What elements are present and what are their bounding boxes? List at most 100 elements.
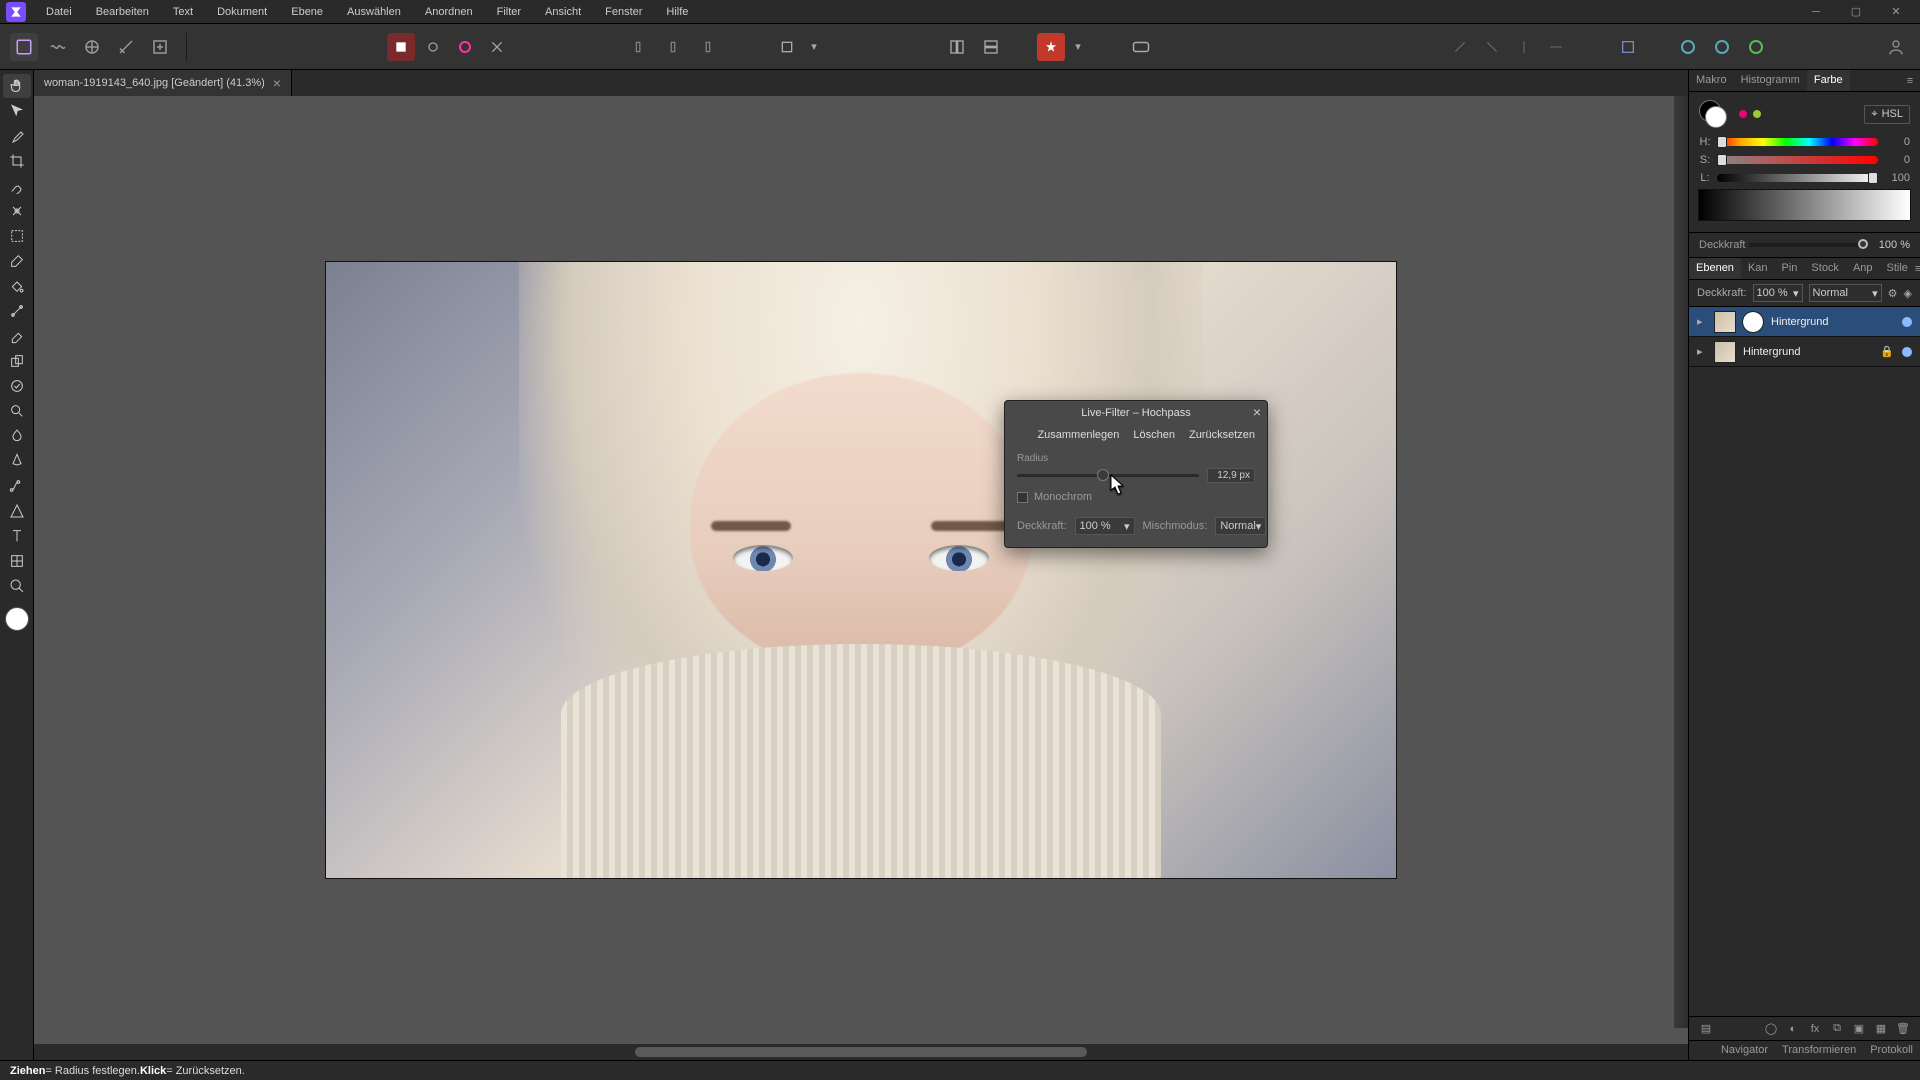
layer-lock-icon[interactable]: 🔒: [1880, 345, 1894, 358]
menu-filter[interactable]: Filter: [487, 2, 531, 22]
crop-tool-icon[interactable]: [3, 149, 31, 173]
window-close-icon[interactable]: ✕: [1878, 0, 1914, 24]
h-value[interactable]: 0: [1884, 136, 1910, 148]
layer-visible-icon[interactable]: [1902, 347, 1912, 357]
s-value[interactable]: 0: [1884, 154, 1910, 166]
dodge-tool-icon[interactable]: [3, 399, 31, 423]
fill-tool-icon[interactable]: [3, 274, 31, 298]
align-a-icon[interactable]: [627, 33, 655, 61]
tab-histogramm[interactable]: Histogramm: [1734, 70, 1807, 91]
hscroll-thumb[interactable]: [635, 1047, 1087, 1057]
dialog-titlebar[interactable]: Live-Filter – Hochpass ×: [1005, 401, 1267, 425]
tab-stock[interactable]: Stock: [1804, 258, 1846, 279]
selection-brush-tool-icon[interactable]: [3, 174, 31, 198]
account-icon[interactable]: [1882, 33, 1910, 61]
tab-farbe[interactable]: Farbe: [1807, 70, 1850, 91]
menu-anordnen[interactable]: Anordnen: [415, 2, 483, 22]
picker-dot-b-icon[interactable]: [1753, 110, 1761, 118]
inpaint-tool-icon[interactable]: [3, 374, 31, 398]
sync-b-icon[interactable]: [1708, 33, 1736, 61]
node-tool-icon[interactable]: [3, 474, 31, 498]
sync-c-icon[interactable]: [1742, 33, 1770, 61]
erase-tool-icon[interactable]: [3, 324, 31, 348]
persona-export-icon[interactable]: [146, 33, 174, 61]
radius-slider-thumb[interactable]: [1097, 469, 1109, 481]
foreground-swatch[interactable]: [5, 607, 29, 631]
preview-icon[interactable]: [1127, 33, 1155, 61]
window-minimize-icon[interactable]: ─: [1798, 0, 1834, 24]
layer-expand-icon[interactable]: ▸: [1697, 315, 1707, 328]
document-tab-close-icon[interactable]: ×: [273, 76, 281, 90]
dialog-reset-button[interactable]: Zurücksetzen: [1189, 429, 1255, 441]
move-tool-icon[interactable]: [3, 99, 31, 123]
picker-dot-a-icon[interactable]: [1739, 110, 1747, 118]
layer-filter-icon[interactable]: ▤: [1697, 1020, 1715, 1038]
radius-value[interactable]: 12,9 px: [1207, 468, 1255, 483]
arrange-icon[interactable]: [1614, 33, 1642, 61]
menu-hilfe[interactable]: Hilfe: [656, 2, 698, 22]
crop-button-icon[interactable]: [773, 33, 801, 61]
gradient-strip[interactable]: [1699, 190, 1910, 220]
selection-opt3-icon[interactable]: [451, 33, 479, 61]
radius-slider[interactable]: [1017, 474, 1199, 477]
assistant-chevron-icon[interactable]: ▾: [1071, 33, 1085, 61]
layer-live-btn-icon[interactable]: ⧉: [1828, 1020, 1846, 1038]
snap-d-icon[interactable]: [1542, 33, 1570, 61]
hue-slider[interactable]: [1717, 138, 1878, 146]
layer-delete-btn-icon[interactable]: 🗑: [1894, 1020, 1912, 1038]
shape-tool-icon[interactable]: [3, 499, 31, 523]
document-tab[interactable]: woman-1919143_640.jpg [Geändert] (41.3%)…: [34, 70, 292, 96]
pen-tool-icon[interactable]: [3, 449, 31, 473]
tab-makro[interactable]: Makro: [1689, 70, 1734, 91]
menu-auswaehlen[interactable]: Auswählen: [337, 2, 411, 22]
layer-name[interactable]: Hintergrund: [1743, 346, 1872, 358]
flood-select-tool-icon[interactable]: [3, 199, 31, 223]
menu-ansicht[interactable]: Ansicht: [535, 2, 591, 22]
tab-ebenen[interactable]: Ebenen: [1689, 258, 1741, 279]
color-wells[interactable]: [1699, 100, 1727, 128]
mesh-tool-icon[interactable]: [3, 549, 31, 573]
menu-ebene[interactable]: Ebene: [281, 2, 333, 22]
layer-row-0[interactable]: ▸ Hintergrund: [1689, 307, 1920, 337]
layer-mask-icon[interactable]: [1743, 312, 1763, 332]
selection-opt2-icon[interactable]: [419, 33, 447, 61]
persona-develop-icon[interactable]: [78, 33, 106, 61]
marquee-tool-icon[interactable]: [3, 224, 31, 248]
monochrome-checkbox[interactable]: [1017, 492, 1028, 503]
dialog-merge-button[interactable]: Zusammenlegen: [1037, 429, 1119, 441]
horizontal-scrollbar[interactable]: [34, 1044, 1688, 1060]
l-value[interactable]: 100: [1884, 172, 1910, 184]
dialog-close-icon[interactable]: ×: [1253, 405, 1261, 419]
align-c-icon[interactable]: [691, 33, 719, 61]
text-tool-icon[interactable]: [3, 524, 31, 548]
sync-a-icon[interactable]: [1674, 33, 1702, 61]
split-b-icon[interactable]: [977, 33, 1005, 61]
snap-b-icon[interactable]: [1478, 33, 1506, 61]
clone-tool-icon[interactable]: [3, 349, 31, 373]
tab-navigator[interactable]: Navigator: [1714, 1041, 1775, 1060]
layer-fx-icon[interactable]: ◈: [1904, 287, 1912, 300]
selection-opt4-icon[interactable]: [483, 33, 511, 61]
selection-opt1-icon[interactable]: [387, 33, 415, 61]
layer-expand-icon[interactable]: ▸: [1697, 345, 1707, 358]
layer-gear-icon[interactable]: ⚙: [1888, 287, 1898, 300]
tab-stile[interactable]: Stile: [1880, 258, 1915, 279]
align-b-icon[interactable]: [659, 33, 687, 61]
menu-dokument[interactable]: Dokument: [207, 2, 277, 22]
color-mode-dropdown[interactable]: ⌖ HSL: [1864, 105, 1910, 124]
opacity-value[interactable]: 100 %: [1874, 239, 1910, 251]
tab-pin[interactable]: Pin: [1775, 258, 1805, 279]
canvas[interactable]: Live-Filter – Hochpass × Zusammenlegen L…: [34, 96, 1688, 1044]
color-picker-tool-icon[interactable]: [3, 124, 31, 148]
layer-mask-btn-icon[interactable]: ◯: [1762, 1020, 1780, 1038]
window-maximize-icon[interactable]: ▢: [1838, 0, 1874, 24]
layer-name[interactable]: Hintergrund: [1771, 316, 1894, 328]
layer-blend-dropdown[interactable]: Normal▾: [1809, 284, 1882, 302]
tab-anp[interactable]: Anp: [1846, 258, 1880, 279]
dialog-opacity-dropdown[interactable]: 100 %▾: [1075, 517, 1135, 535]
hand-tool-icon[interactable]: [3, 74, 31, 98]
dropdown-chevron-icon[interactable]: ▾: [807, 33, 821, 61]
layer-fx-btn-icon[interactable]: fx: [1806, 1020, 1824, 1038]
layer-adjust-btn-icon[interactable]: ◐: [1784, 1020, 1802, 1038]
layer-group-btn-icon[interactable]: ▣: [1850, 1020, 1868, 1038]
